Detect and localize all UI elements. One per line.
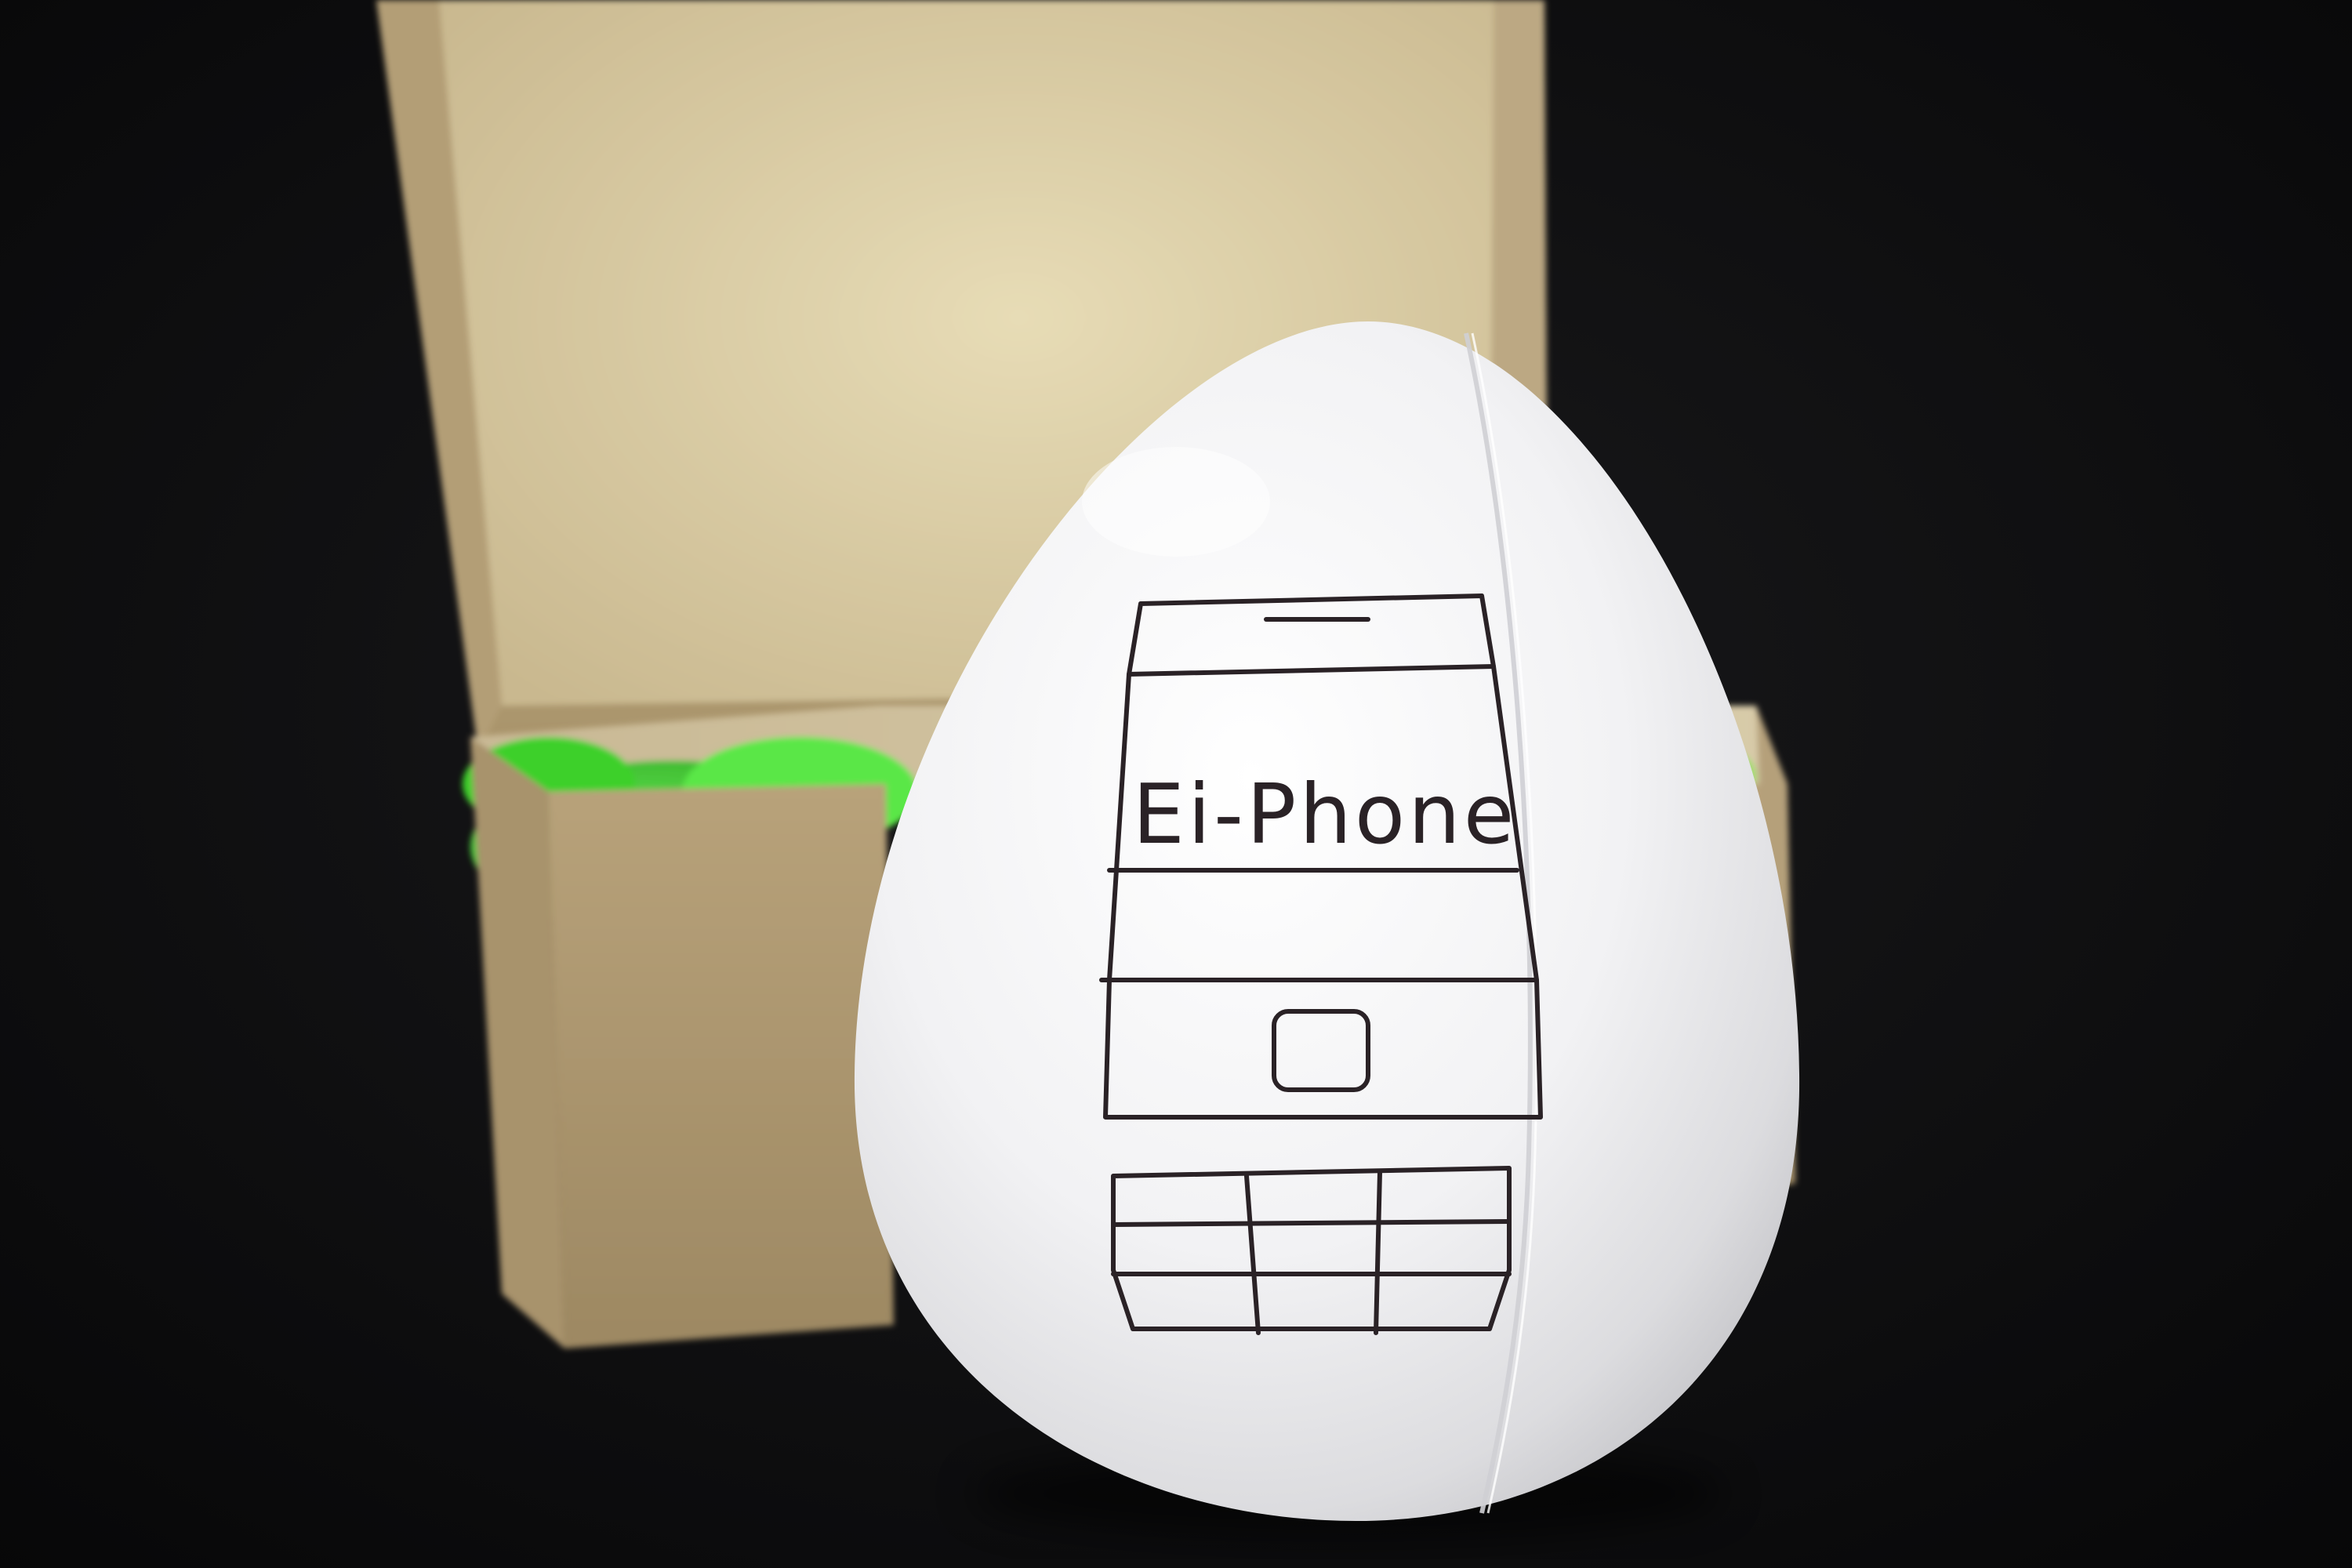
scene-svg: Ei-Phone [0, 0, 2352, 1568]
photo-scene: Ei-Phone [0, 0, 2352, 1568]
egg-label-text: Ei-Phone [1133, 767, 1518, 862]
egg-highlight [1082, 447, 1270, 557]
